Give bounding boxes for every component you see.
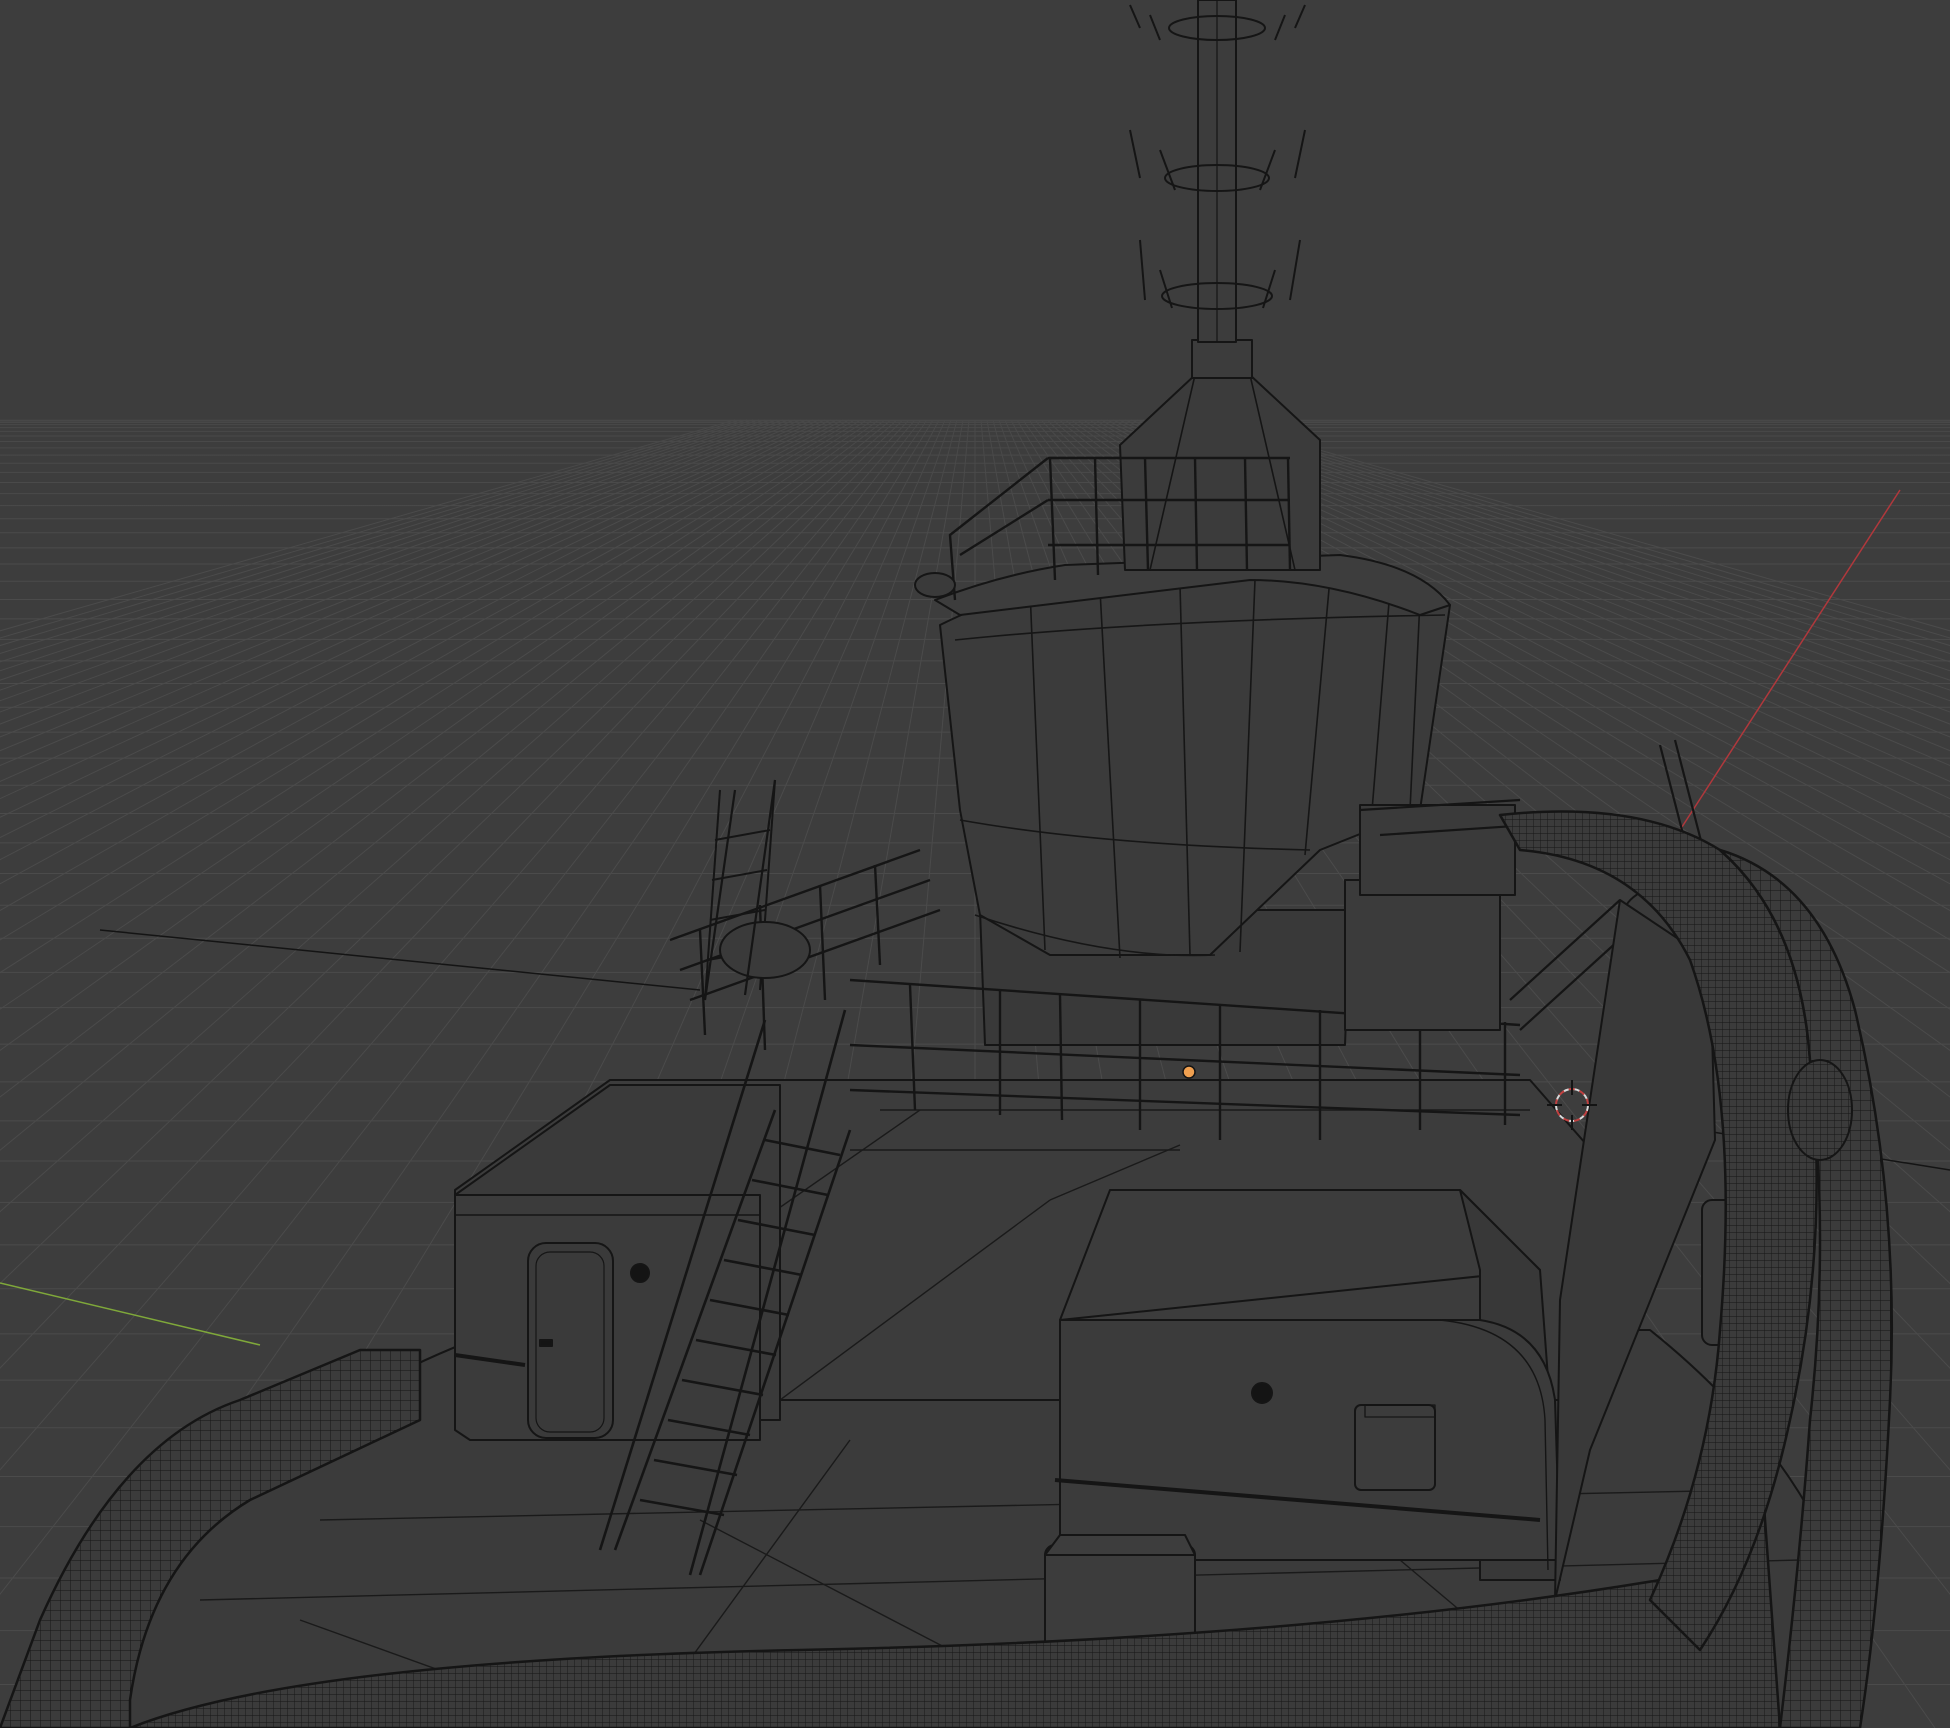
y-axis-line (0, 1282, 261, 1346)
object-origin-dot[interactable] (1182, 1065, 1196, 1079)
wireframe-scene[interactable] (0, 0, 1950, 1728)
life-raft-canister-left (719, 921, 811, 979)
bridge-searchlight (914, 572, 956, 598)
fender-pad-right (1787, 1059, 1853, 1161)
porthole-right (1251, 1382, 1273, 1404)
right-equipment-top (1359, 804, 1516, 896)
3d-viewport[interactable] (0, 0, 1950, 1728)
grid-horizon-fade (0, 0, 1950, 520)
right-equipment-block (1344, 879, 1501, 1031)
porthole-left (630, 1263, 650, 1283)
mast-collar (1191, 339, 1253, 379)
hatch-box (1354, 1404, 1436, 1491)
door-handle (539, 1339, 553, 1347)
winch-box-top (1044, 1534, 1196, 1556)
right-deck-house-front (1059, 1319, 1561, 1561)
x-axis-line (1679, 489, 1901, 831)
horizon-axis-line (99, 929, 701, 991)
